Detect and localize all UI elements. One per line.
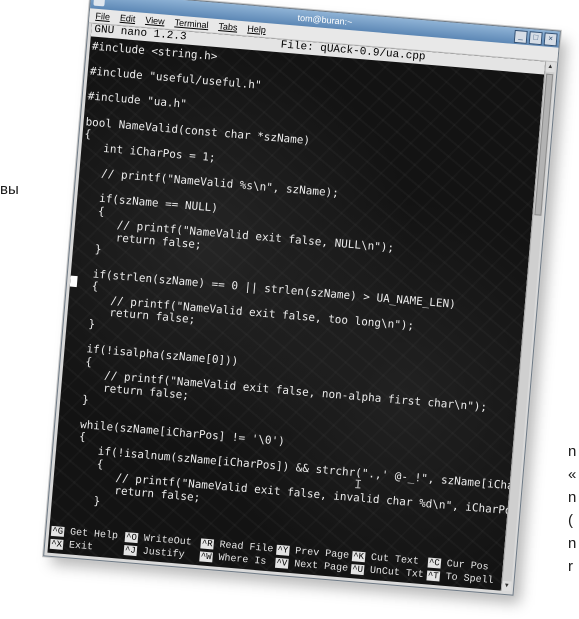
shortcut-label: Exit	[68, 540, 94, 554]
shortcut-key: ^X	[49, 538, 64, 550]
shortcut-label: Justify	[142, 546, 185, 562]
shortcut-key: ^U	[350, 564, 365, 576]
scroll-down-arrow-icon[interactable]: ▼	[501, 580, 512, 592]
close-button[interactable]: ×	[543, 32, 558, 47]
shortcut-key: ^Y	[276, 544, 290, 556]
scroll-up-arrow-icon[interactable]: ▲	[545, 61, 556, 73]
shortcut-key: ^R	[200, 538, 214, 550]
maximize-button[interactable]: □	[528, 31, 543, 46]
terminal-window: tom@buran:~ _ □ × File Edit View Termina…	[43, 0, 561, 596]
menu-terminal[interactable]: Terminal	[174, 15, 209, 32]
terminal-app-icon[interactable]	[93, 0, 106, 7]
window-title: tom@buran:~	[297, 12, 353, 28]
menu-view[interactable]: View	[145, 13, 165, 29]
menu-file[interactable]: File	[95, 9, 111, 24]
mouse-ibeam-icon: I	[353, 477, 363, 493]
shortcut-key: ^G	[50, 525, 65, 537]
menu-edit[interactable]: Edit	[119, 11, 136, 26]
code-editor[interactable]: #include <string.h> #include "useful/usef…	[51, 36, 546, 542]
shortcut-key: ^J	[123, 545, 138, 557]
side-text-right: n «n(n r	[568, 440, 576, 578]
shortcut-key: ^T	[426, 570, 441, 582]
shortcut-key: ^V	[274, 557, 289, 569]
shortcut-key: ^O	[124, 532, 139, 544]
side-text-fragment: n	[568, 535, 577, 552]
shortcut-key: ^K	[351, 551, 366, 563]
side-text-fragment: r	[568, 558, 573, 575]
side-text-fragment: n	[568, 489, 577, 506]
minimize-button[interactable]: _	[513, 29, 528, 44]
shortcut-key: ^W	[199, 551, 213, 563]
menu-help[interactable]: Help	[247, 22, 267, 38]
side-text-fragment: n	[568, 443, 577, 460]
side-text-fragment: (	[568, 512, 573, 529]
terminal-area[interactable]: GNU nano 1.2.3 File: qUAck-0.9/ua.cpp #i…	[47, 23, 546, 591]
side-text-left: вы	[0, 181, 19, 198]
text-cursor	[69, 275, 78, 288]
side-text-fragment: «	[568, 466, 577, 483]
shortcut-key: ^C	[427, 557, 442, 569]
menu-tabs[interactable]: Tabs	[218, 19, 238, 35]
